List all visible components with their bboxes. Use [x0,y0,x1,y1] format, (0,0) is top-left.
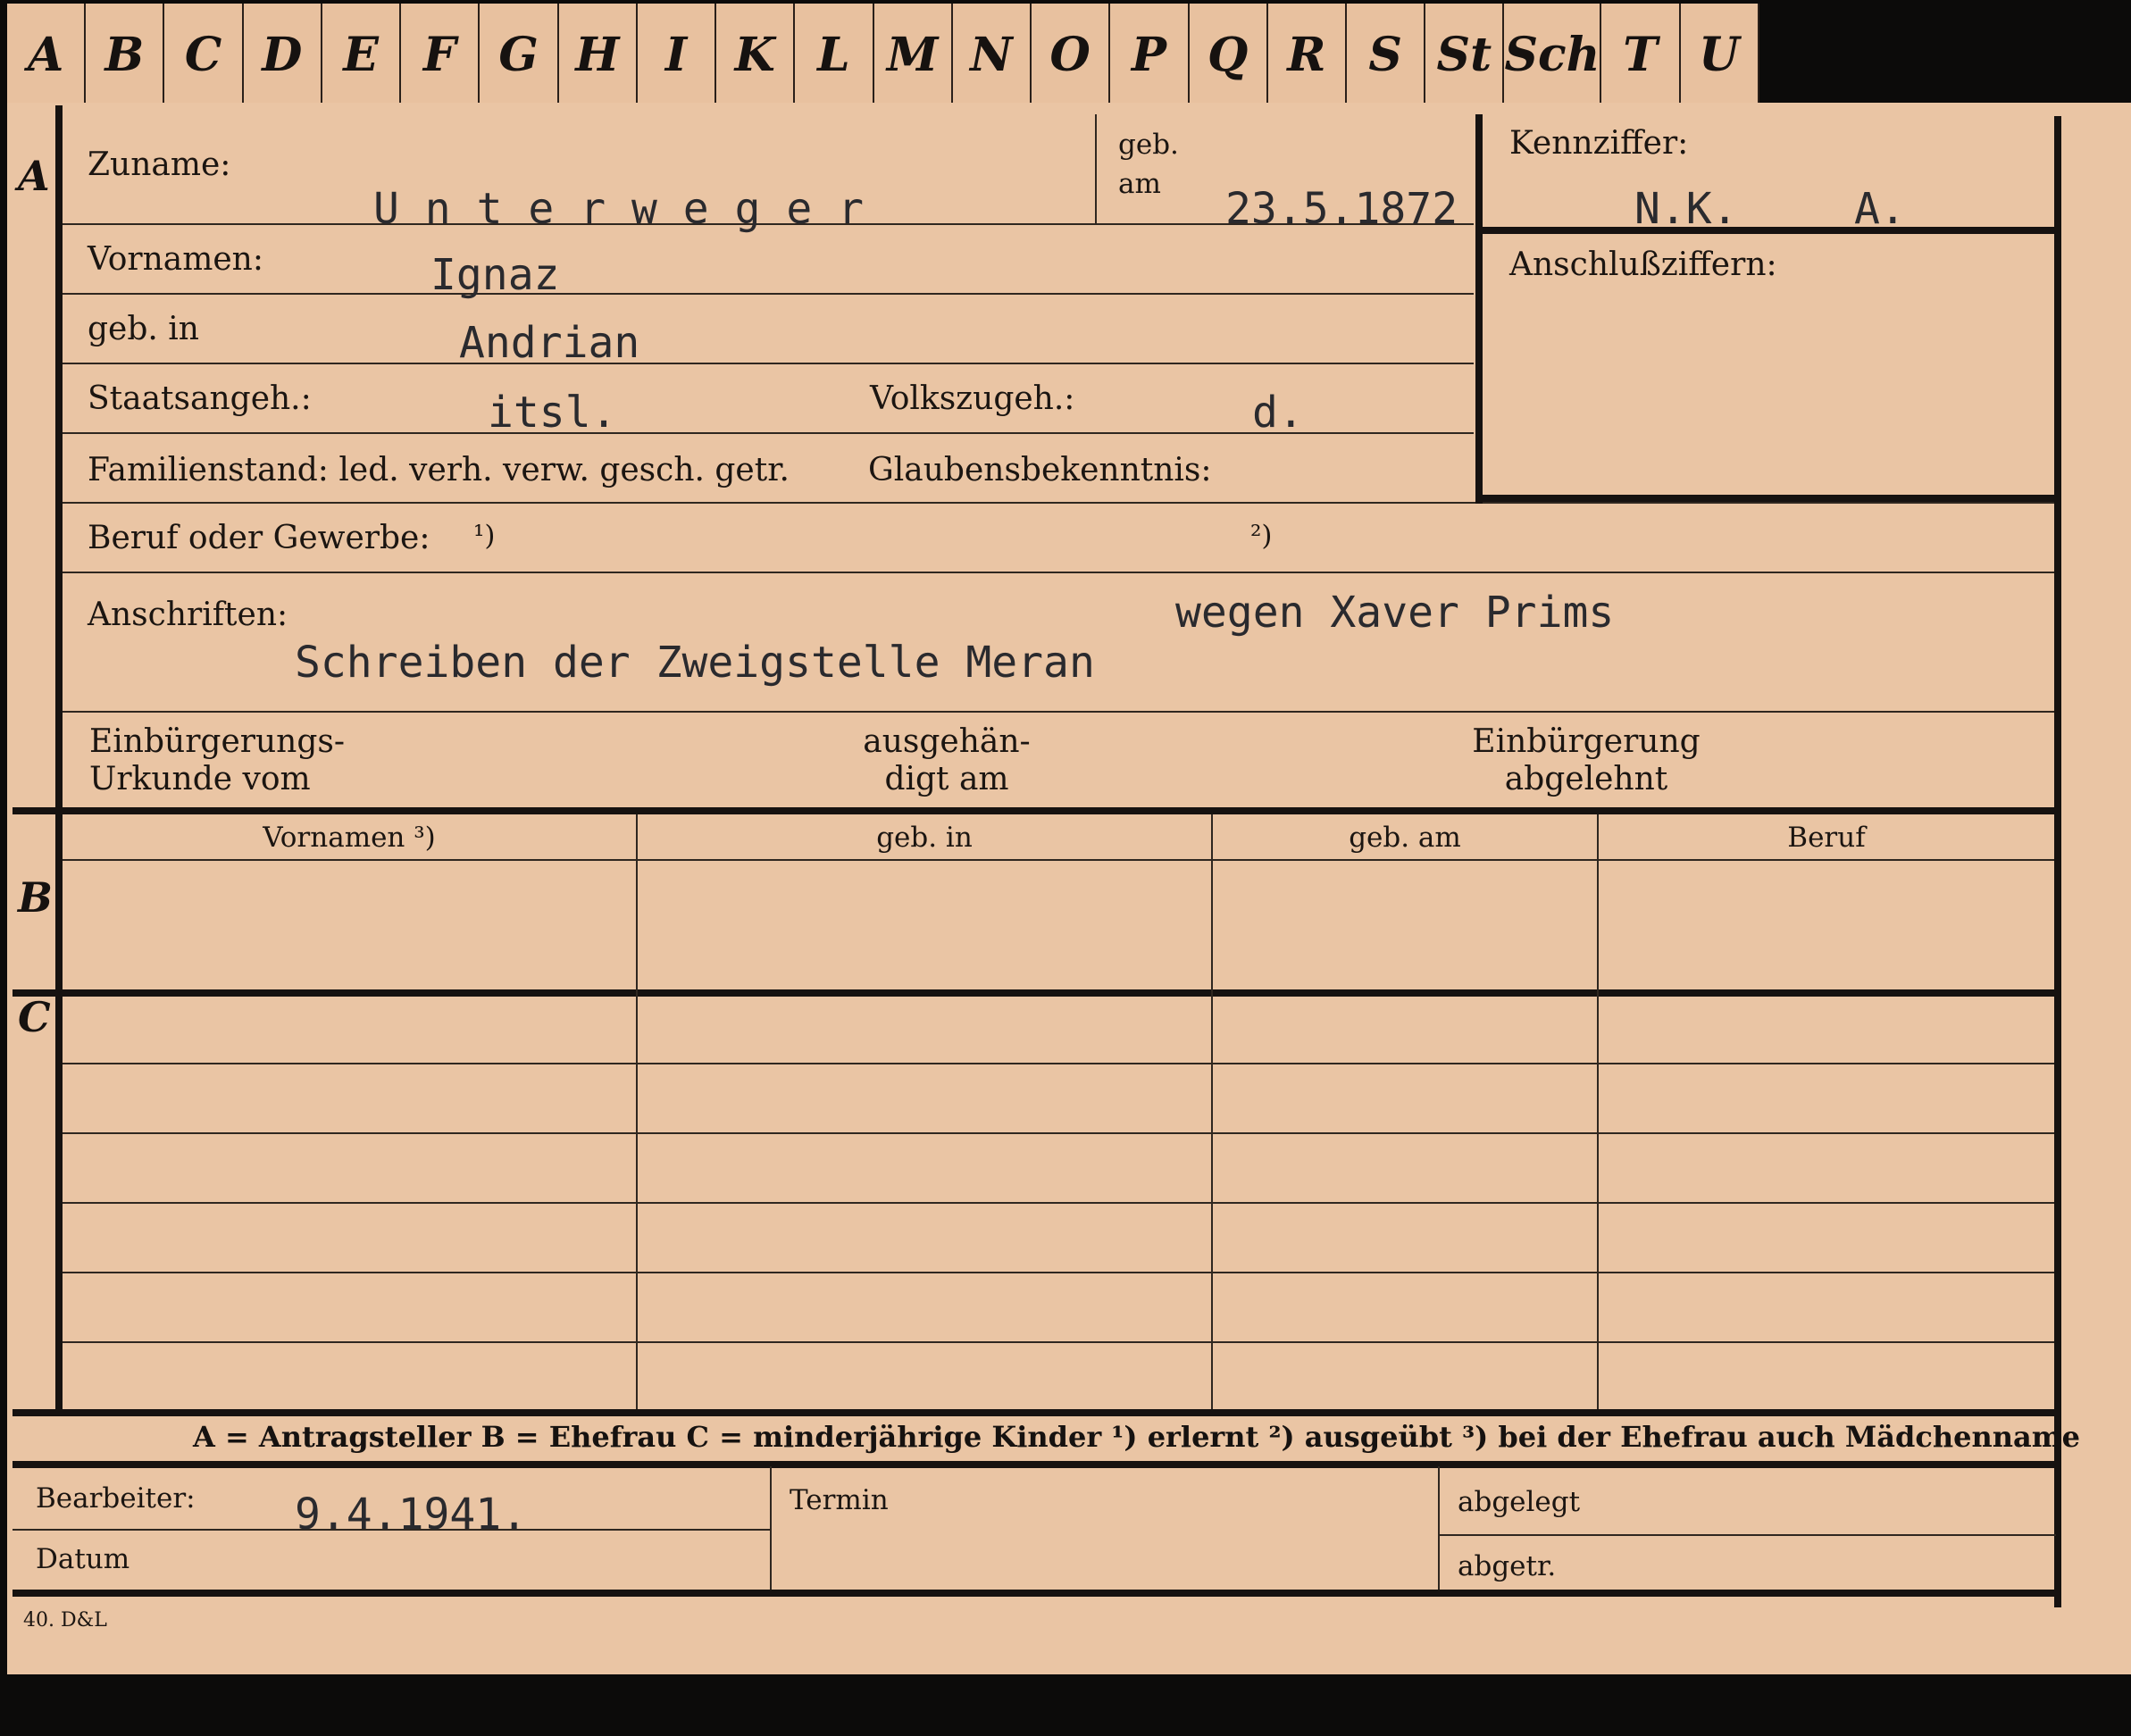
alphabet-tab[interactable]: L [795,4,874,105]
value-kennziffer-1: N.K. [1634,184,1738,234]
value-geb-in: Andrian [459,318,640,368]
label-kennziffer: Kennziffer: [1509,125,1689,162]
label-geb-am: geb. am [1118,129,1179,200]
alphabet-tab[interactable]: D [244,4,322,105]
label-glaubensbekenntnis: Glaubensbekenntnis: [868,452,1212,488]
value-staatsangeh: itsl. [488,388,617,438]
alphabet-tab[interactable]: U [1681,4,1759,105]
section-a-letter: A [18,152,50,200]
label-einbuergerungs-urkunde: Einbürgerungs- Urkunde vom [89,723,346,797]
value-vornamen: Ignaz [430,250,560,300]
label-zuname: Zuname: [88,146,231,183]
label-volkszugeh: Volkszugeh.: [870,380,1075,417]
alphabet-tab[interactable]: I [638,4,717,105]
value-geb-am: 23.5.1872 [1225,184,1458,234]
legend-top-line [13,1409,2060,1416]
alphabet-tab[interactable]: S [1347,4,1426,105]
label-familienstand: Familienstand: led. verh. verw. gesch. g… [88,452,790,488]
value-volkszugeh: d. [1252,388,1304,438]
label-datum: Datum [36,1543,130,1575]
divider-geb-am [1095,114,1097,223]
alphabet-tab[interactable]: P [1110,4,1190,105]
alphabet-tab[interactable]: M [874,4,953,105]
alphabet-tab[interactable]: B [86,4,165,105]
value-bearbeiter-date: 9.4.1941. [295,1490,528,1540]
rule-geb-in [63,363,1474,364]
alphabet-tab[interactable]: C [164,4,244,105]
alphabet-tab[interactable]: Sch [1504,4,1602,105]
alphabet-tab[interactable]: G [480,4,559,105]
alphabet-tab[interactable]: E [322,4,402,105]
section-divider-bc [13,989,2060,997]
label-ausgehaendigt: ausgehän- digt am [863,723,1031,797]
legend-line: A = Antragsteller B = Ehefrau C = minder… [193,1420,2080,1454]
label-abgelegt: abgelegt [1458,1486,1581,1518]
rule-familienstand [63,502,2054,504]
table-header-vornamen: Vornamen ³) [263,822,436,854]
label-beruf: Beruf oder Gewerbe: [88,520,430,556]
table-row-rule [63,1272,2054,1273]
alphabet-tab[interactable]: F [401,4,481,105]
left-frame-line [55,105,63,1409]
label-vornamen: Vornamen: [88,241,263,278]
bottom-divider-1 [770,1466,772,1590]
table-row-rule [63,1341,2054,1343]
alphabet-tab[interactable]: A [7,4,87,105]
section-c-letter: C [18,993,51,1041]
label-abgetr: abgetr. [1458,1550,1557,1582]
alphabet-tab[interactable]: T [1601,4,1681,105]
label-anschlussziffern: Anschlußziffern: [1509,246,1777,283]
card-bottom-line [13,1590,2060,1597]
table-header-rule [63,859,2054,861]
alphabet-tab[interactable]: K [716,4,796,105]
table-row-rule [63,1063,2054,1064]
label-einbuergerung-abgelehnt: Einbürgerung abgelehnt [1472,723,1701,797]
table-col-divider-2 [1211,814,1213,1409]
alphabet-tab[interactable]: St [1425,4,1505,105]
rule-beruf [63,572,2054,573]
label-staatsangeh: Staatsangeh.: [88,380,312,417]
table-row-rule [63,1132,2054,1134]
footnote-1-marker: ¹) [473,520,496,552]
alphabet-tab-strip: A B C D E F G H I K L M N O P Q R S St Sch T U [7,4,1759,107]
value-zuname: U n t e r w e g e r [373,184,865,234]
table-header-beruf: Beruf [1787,822,1866,854]
alphabet-tab[interactable]: N [953,4,1032,105]
bottom-divider-2 [1438,1466,1440,1590]
table-row-rule [63,1202,2054,1204]
alphabet-tab[interactable]: Q [1190,4,1268,105]
legend-bottom-line [13,1461,2060,1468]
rule-abgelegt [1440,1534,2056,1536]
alphabet-tab[interactable]: R [1268,4,1347,105]
value-anschriften-line1: wegen Xaver Prims [1175,588,1615,638]
kennziffer-box-divider [1475,227,2058,234]
footnote-2-marker: ²) [1250,520,1273,552]
label-anschriften: Anschriften: [88,597,288,633]
table-col-divider-3 [1597,814,1599,1409]
rule-anschriften [63,711,2054,713]
right-frame-line [2054,116,2061,1607]
kennziffer-box-left [1475,114,1483,504]
label-termin: Termin [790,1484,889,1516]
value-kennziffer-2: A. [1854,184,1906,234]
kennziffer-box-bottom [1475,495,2058,502]
table-header-geb-in: geb. in [876,822,973,854]
value-anschriften-line2: Schreiben der Zweigstelle Meran [295,638,1095,688]
alphabet-tab[interactable]: O [1032,4,1111,105]
label-geb-in: geb. in [88,311,199,347]
label-bearbeiter: Bearbeiter: [36,1482,196,1515]
section-b-letter: B [18,873,53,922]
rule-vornamen [63,293,1474,295]
table-col-divider-1 [636,814,638,1409]
table-header-geb-am: geb. am [1349,822,1461,854]
alphabet-tab[interactable]: H [559,4,638,105]
printer-mark: 40. D&L [23,1609,107,1632]
section-divider-ab [13,807,2060,814]
